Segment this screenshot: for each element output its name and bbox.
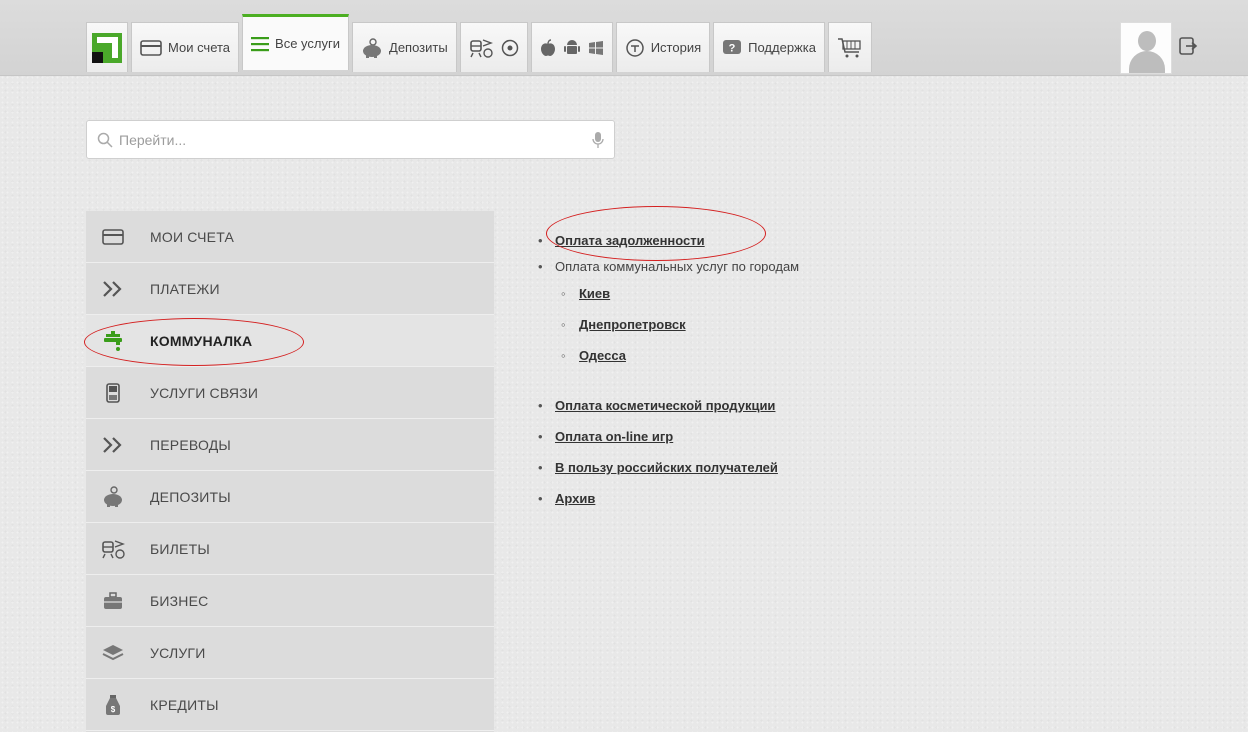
tab-label: Мои счета [168, 40, 231, 55]
sidebar-item-label: КРЕДИТЫ [150, 696, 219, 713]
cosmetics-payment-link[interactable]: Оплата косметической продукции [555, 398, 775, 413]
sidebar-item-deposits[interactable]: ДЕПОЗИТЫ [86, 471, 494, 523]
help-icon: ? [722, 39, 742, 57]
list-item: Днепропетровск [559, 309, 799, 340]
piggy-bank-icon [88, 485, 138, 508]
money-bag-icon: $ [88, 694, 138, 716]
utilities-content: Оплата задолженности Оплата коммунальных… [538, 225, 799, 514]
search-input[interactable] [119, 131, 586, 148]
privatbank-logo[interactable] [86, 22, 128, 72]
apple-icon [540, 38, 556, 57]
chevrons-icon [88, 436, 138, 454]
list-item: Архив [538, 483, 799, 514]
list-item: Оплата косметической продукции [538, 390, 799, 421]
sidebar-item-label: ПЛАТЕЖИ [150, 280, 220, 297]
tab-shop[interactable] [827, 22, 872, 72]
sidebar-item-my-accounts[interactable]: МОИ СЧЕТА [86, 211, 494, 263]
tab-mobile-apps[interactable] [530, 22, 613, 72]
tab-label: Все услуги [275, 36, 341, 51]
soccer-ball-icon [501, 39, 519, 57]
tickets-icon [88, 538, 138, 560]
avatar[interactable] [1120, 22, 1172, 74]
city-link-kyiv[interactable]: Киев [579, 286, 610, 301]
tickets-icon [469, 37, 493, 59]
card-icon [88, 228, 138, 245]
phone-icon [88, 382, 138, 403]
sidebar-item-telecom[interactable]: УСЛУГИ СВЯЗИ [86, 367, 494, 419]
sidebar-item-payments[interactable]: ПЛАТЕЖИ [86, 263, 494, 315]
debt-payment-link[interactable]: Оплата задолженности [555, 233, 705, 248]
tab-label: Поддержка [748, 40, 816, 55]
tab-deposits[interactable]: Депозиты [352, 22, 457, 72]
top-navigation-bar: Мои счета Все услуги Депозиты История ? … [0, 0, 1248, 76]
other-payments-list: Оплата косметической продукции Оплата on… [538, 390, 799, 514]
logo-icon [92, 32, 122, 63]
logout-icon[interactable] [1178, 36, 1198, 56]
shopping-cart-icon [837, 37, 863, 59]
list-item: Одесса [559, 340, 799, 371]
chevrons-icon [88, 280, 138, 298]
sidebar-item-label: УСЛУГИ [150, 644, 206, 661]
list-item: Оплата задолженности [538, 225, 799, 256]
services-sidebar: МОИ СЧЕТА ПЛАТЕЖИ КОММУНАЛКА УСЛУГИ СВЯЗ… [86, 211, 494, 732]
microphone-icon[interactable] [592, 131, 604, 149]
utilities-list: Оплата задолженности Оплата коммунальных… [538, 225, 799, 371]
piggy-bank-icon [361, 37, 383, 58]
windows-icon [588, 40, 604, 56]
list-item: Оплата on-line игр [538, 421, 799, 452]
city-link-dnipropetrovsk[interactable]: Днепропетровск [579, 317, 686, 332]
briefcase-icon [88, 591, 138, 610]
sidebar-item-services[interactable]: УСЛУГИ [86, 627, 494, 679]
faucet-icon [88, 330, 138, 352]
list-item: В пользу российских получателей [538, 452, 799, 483]
history-icon [625, 38, 645, 58]
tab-all-services[interactable]: Все услуги [242, 14, 350, 70]
sidebar-item-label: КОММУНАЛКА [150, 332, 253, 349]
list-icon [251, 36, 270, 52]
archive-link[interactable]: Архив [555, 491, 595, 506]
card-icon [140, 39, 162, 56]
tab-support[interactable]: ? Поддержка [713, 22, 825, 72]
search-icon [97, 132, 113, 148]
tab-history[interactable]: История [615, 22, 711, 72]
sidebar-item-label: БИЗНЕС [150, 592, 209, 609]
sidebar-item-tickets[interactable]: БИЛЕТЫ [86, 523, 494, 575]
online-games-payment-link[interactable]: Оплата on-line игр [555, 429, 673, 444]
sidebar-item-transfers[interactable]: ПЕРЕВОДЫ [86, 419, 494, 471]
list-item: Киев [559, 278, 799, 309]
sidebar-item-business[interactable]: БИЗНЕС [86, 575, 494, 627]
android-icon [563, 39, 580, 57]
sidebar-item-utilities[interactable]: КОММУНАЛКА [86, 315, 494, 367]
tab-label: Депозиты [389, 40, 448, 55]
city-link-odesa[interactable]: Одесса [579, 348, 626, 363]
sidebar-item-label: БИЛЕТЫ [150, 540, 210, 557]
tab-tickets[interactable] [459, 22, 528, 72]
sidebar-item-label: УСЛУГИ СВЯЗИ [150, 384, 259, 401]
utilities-by-city-label: Оплата коммунальных услуг по городам [555, 259, 800, 274]
russian-recipients-link[interactable]: В пользу российских получателей [555, 460, 778, 475]
sidebar-item-credits[interactable]: $ КРЕДИТЫ [86, 679, 494, 731]
tab-label: История [650, 40, 702, 55]
list-item: Оплата коммунальных услуг по городам Кие… [538, 256, 799, 371]
sidebar-item-label: ПЕРЕВОДЫ [150, 436, 232, 453]
sidebar-item-label: МОИ СЧЕТА [150, 228, 235, 245]
svg-text:?: ? [729, 42, 736, 54]
main-nav: Мои счета Все услуги Депозиты История ? … [86, 14, 872, 72]
layers-icon [88, 644, 138, 662]
search-box [86, 120, 615, 159]
tab-my-accounts[interactable]: Мои счета [131, 22, 240, 72]
sidebar-item-label: ДЕПОЗИТЫ [150, 488, 231, 505]
svg-text:$: $ [111, 705, 116, 714]
city-list: Киев Днепропетровск Одесса [559, 278, 799, 371]
